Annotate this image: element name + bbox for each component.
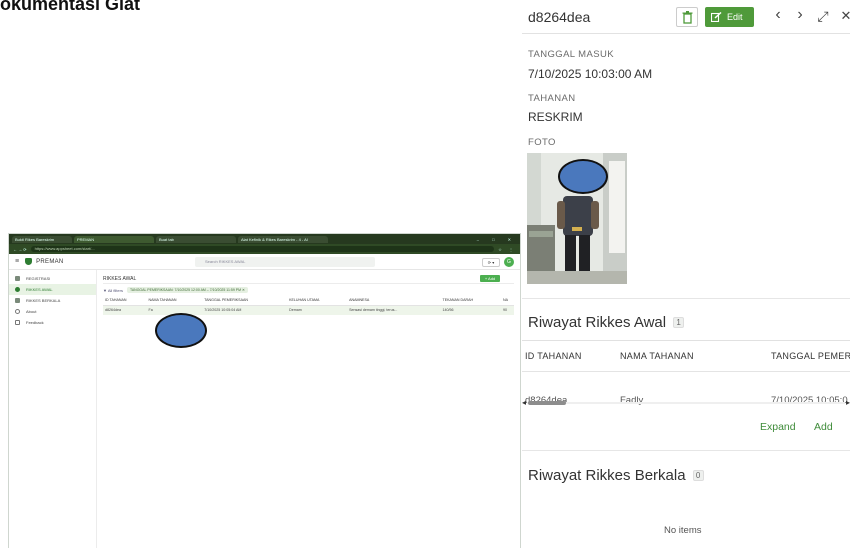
panel-header: d8264dea Edit ‹ › ⤢ ✕ bbox=[522, 0, 850, 34]
filter-chip[interactable]: TANGGAL PEMERIKSAAN: 7/10/2025 12:00 AM … bbox=[126, 287, 248, 293]
browser-tab[interactable]: Buat tab bbox=[156, 235, 236, 243]
table-cell: d8264dea bbox=[103, 305, 147, 315]
scrollbar-thumb[interactable] bbox=[528, 401, 566, 405]
browser-tab[interactable]: Bukti Rikes Bareskrim bbox=[12, 235, 72, 243]
rikkes-awal-title: Riwayat Rikkes Awal 1 bbox=[528, 314, 685, 331]
browser-toolbar-icons[interactable]: ☆ ⋮ bbox=[498, 247, 516, 252]
table-cell: 7/10/2025 10:05:04 AM bbox=[202, 305, 288, 315]
sidebar-item-rikkes-berkala[interactable]: RIKKES BERKALA bbox=[9, 295, 96, 306]
circle-icon bbox=[15, 287, 20, 292]
redaction-blob bbox=[558, 159, 608, 194]
foto-label: FOTO bbox=[528, 137, 556, 148]
detainee-photo[interactable] bbox=[527, 153, 627, 284]
rikkes-berkala-title: Riwayat Rikkes Berkala 0 bbox=[528, 467, 704, 484]
sidebar-item-label: RIKKES BERKALA bbox=[26, 298, 61, 303]
nav-arrows-icon[interactable]: ← → ⟳ bbox=[13, 247, 27, 252]
next-button[interactable]: › bbox=[792, 6, 808, 24]
sidebar-item-label: About bbox=[26, 309, 37, 314]
app-name: PREMAN bbox=[36, 258, 64, 265]
edit-icon bbox=[711, 12, 722, 22]
expand-icon[interactable]: ⤢ bbox=[815, 8, 831, 25]
filter-row: ▼ All filters TANGGAL PEMERIKSAAN: 7/10/… bbox=[103, 284, 514, 296]
sidebar-item-feedback[interactable]: Feedback bbox=[9, 317, 96, 328]
feedback-icon bbox=[15, 320, 20, 325]
window-controls[interactable]: – □ ✕ bbox=[477, 237, 517, 242]
table-header-row: ID TAHANAN NAMA TAHANAN TANGGAL PEMER bbox=[522, 341, 850, 372]
expand-link[interactable]: Expand bbox=[760, 421, 796, 433]
empty-state-text: No items bbox=[664, 525, 702, 536]
sidebar-item-label: Feedback bbox=[26, 320, 44, 325]
browser-tab[interactable]: Alat Kefinik & Rikes Bareskrim - 4 - AI bbox=[238, 235, 328, 243]
browser-urlbar: ← → ⟳ https://www.appsheet.com/start/...… bbox=[9, 244, 520, 254]
header-actions: ⟳ ▾ G bbox=[482, 257, 514, 267]
redaction-blob bbox=[155, 313, 207, 348]
add-button[interactable]: + Add bbox=[480, 275, 500, 282]
column-header[interactable]: NA bbox=[500, 296, 514, 306]
embedded-app-screenshot: Bukti Rikes Bareskrim PREMAN Buat tab Al… bbox=[8, 233, 521, 548]
search-input[interactable]: Search RIKKES AWAL bbox=[195, 257, 375, 267]
tanggal-masuk-value: 7/10/2025 10:03:00 AM bbox=[528, 67, 653, 81]
column-header[interactable]: ID TAHANAN bbox=[522, 351, 620, 361]
sidebar-item-rikkes-awal[interactable]: RIKKES AWAL bbox=[9, 284, 96, 295]
table-row[interactable]: d8264dea Fa 7/10/2025 10:05:04 AM Demam … bbox=[103, 305, 514, 315]
table-cell: 90 bbox=[500, 305, 514, 315]
url-field[interactable]: https://www.appsheet.com/start/... bbox=[30, 246, 495, 252]
sidebar: REGISTRASI RIKKES AWAL RIKKES BERKALA Ab… bbox=[9, 270, 97, 548]
previous-button[interactable]: ‹ bbox=[770, 6, 786, 24]
table-cell: Sensasi demam tinggi, terus... bbox=[347, 305, 441, 315]
app-header: ≡ PREMAN Search RIKKES AWAL ⟳ ▾ G bbox=[9, 254, 520, 270]
delete-button[interactable] bbox=[676, 7, 698, 27]
count-badge: 0 bbox=[692, 470, 704, 481]
sync-button[interactable]: ⟳ ▾ bbox=[482, 257, 500, 267]
table-cell: 140/56 bbox=[440, 305, 501, 315]
sidebar-item-label: RIKKES AWAL bbox=[26, 287, 53, 292]
list-icon bbox=[15, 276, 20, 281]
column-header[interactable]: NAMA TAHANAN bbox=[146, 296, 203, 306]
column-header[interactable]: TEKANAN DARAH bbox=[440, 296, 501, 306]
column-header[interactable]: TANGGAL PEMER bbox=[771, 351, 850, 361]
document-title: okumentasi Giat bbox=[0, 0, 141, 14]
tanggal-masuk-label: TANGGAL MASUK bbox=[528, 49, 614, 60]
detail-panel: d8264dea Edit ‹ › ⤢ ✕ TANGGAL MASUK 7/10… bbox=[522, 0, 850, 548]
add-link[interactable]: Add bbox=[814, 421, 833, 433]
menu-icon[interactable]: ≡ bbox=[15, 258, 19, 265]
browser-tabbar: Bukti Rikes Bareskrim PREMAN Buat tab Al… bbox=[9, 234, 520, 244]
table-cell: Demam bbox=[287, 305, 348, 315]
trash-icon bbox=[682, 11, 693, 24]
page: okumentasi Giat Bukti Rikes Bareskrim PR… bbox=[0, 0, 850, 548]
count-badge: 1 bbox=[673, 317, 685, 328]
app-logo bbox=[25, 258, 33, 265]
column-header[interactable]: NAMA TAHANAN bbox=[620, 351, 771, 361]
scroll-right-arrow-icon[interactable]: ▸ bbox=[846, 398, 850, 407]
all-filters-button[interactable]: ▼ All filters bbox=[103, 288, 123, 293]
edit-label: Edit bbox=[727, 12, 743, 22]
view-title: RIKKES AWAL bbox=[103, 274, 514, 284]
column-header[interactable]: ID TAHANAN bbox=[103, 296, 147, 306]
sidebar-item-registrasi[interactable]: REGISTRASI bbox=[9, 273, 96, 284]
browser-tab[interactable]: PREMAN bbox=[74, 235, 154, 243]
horizontal-scrollbar[interactable]: ◂ ▸ bbox=[522, 398, 850, 408]
data-table: ID TAHANAN NAMA TAHANAN TANGGAL PEMERIKS… bbox=[103, 296, 514, 315]
column-header[interactable]: TANGGAL PEMERIKSAAN bbox=[202, 296, 288, 306]
person-icon bbox=[15, 298, 20, 303]
sidebar-item-label: REGISTRASI bbox=[26, 276, 51, 281]
section-title-text: Riwayat Rikkes Berkala bbox=[528, 467, 686, 484]
column-header[interactable]: KELUHAN UTAMA bbox=[287, 296, 348, 306]
avatar[interactable]: G bbox=[504, 257, 514, 267]
divider bbox=[522, 298, 850, 299]
tahanan-label: TAHANAN bbox=[528, 93, 576, 104]
divider bbox=[522, 450, 850, 451]
close-icon[interactable]: ✕ bbox=[838, 8, 850, 24]
column-header[interactable]: ANAMNESA bbox=[347, 296, 441, 306]
sidebar-item-about[interactable]: About bbox=[9, 306, 96, 317]
record-id: d8264dea bbox=[528, 9, 591, 25]
section-title-text: Riwayat Rikkes Awal bbox=[528, 314, 667, 331]
edit-button[interactable]: Edit bbox=[705, 7, 754, 27]
main-content: RIKKES AWAL + Add ▼ All filters TANGGAL … bbox=[97, 270, 520, 548]
scroll-left-arrow-icon[interactable]: ◂ bbox=[522, 398, 526, 407]
app-body: REGISTRASI RIKKES AWAL RIKKES BERKALA Ab… bbox=[9, 270, 520, 548]
tahanan-value: RESKRIM bbox=[528, 110, 583, 124]
scrollbar-track[interactable] bbox=[527, 402, 845, 404]
info-icon bbox=[15, 309, 20, 314]
